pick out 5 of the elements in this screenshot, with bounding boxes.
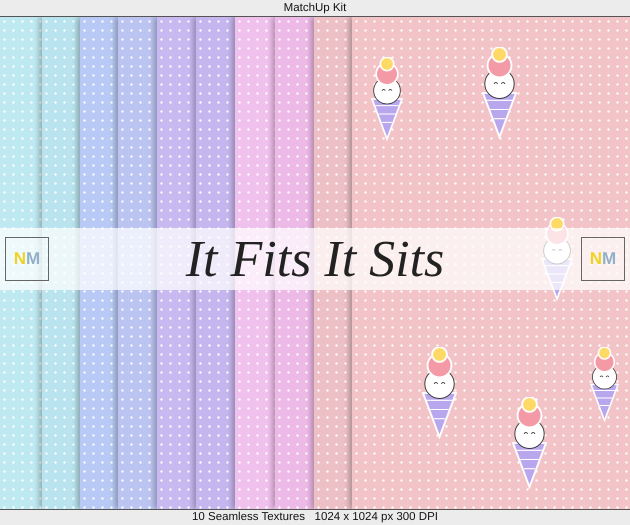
- status-text: 10 Seamless Textures 1024 x 1024 px 300 DPI: [192, 511, 438, 523]
- window-title: MatchUp Kit: [284, 2, 346, 14]
- banner-title: It Fits It Sits: [186, 230, 444, 288]
- brand-logo: NM: [581, 237, 625, 281]
- brand-logo: NM: [5, 237, 49, 281]
